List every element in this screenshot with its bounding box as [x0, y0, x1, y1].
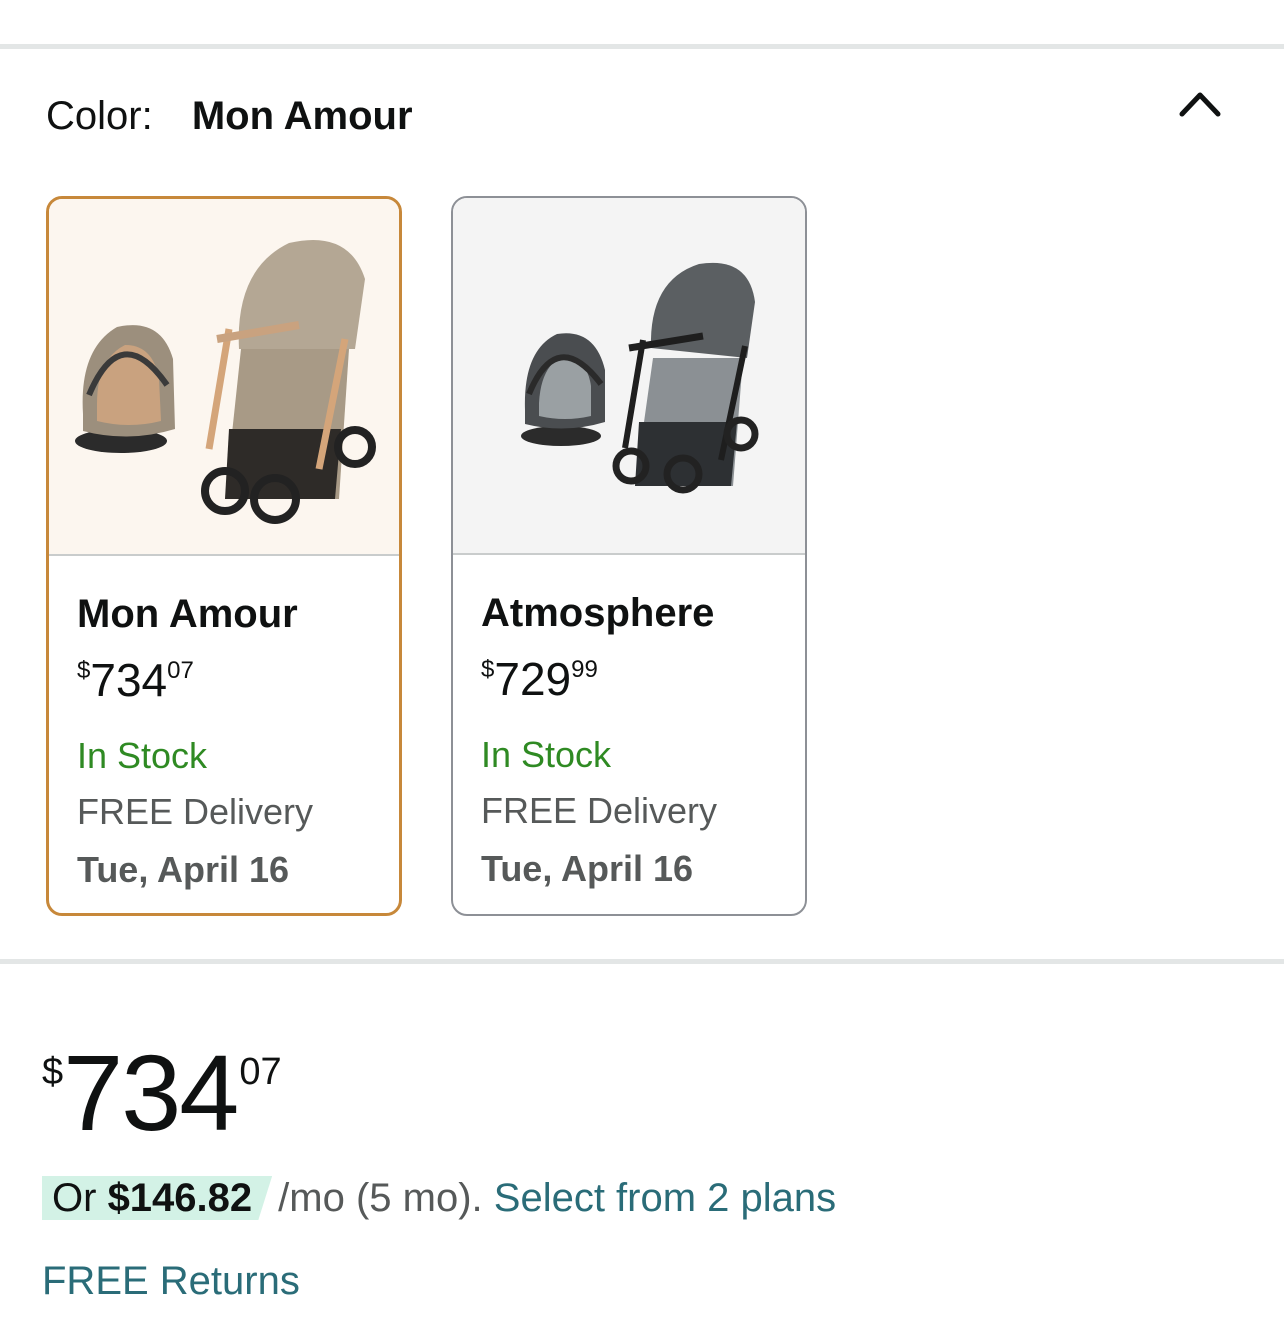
installment-terms: /mo (5 mo).	[278, 1176, 483, 1220]
chevron-up-icon[interactable]	[1174, 82, 1226, 126]
option-info: Mon Amour $73407 In Stock FREE Delivery …	[77, 589, 387, 892]
product-image-mon-amour	[49, 199, 399, 556]
stroller-graphic	[612, 262, 759, 494]
top-divider	[0, 44, 1284, 49]
section-divider	[0, 959, 1284, 964]
color-option-atmosphere[interactable]: Atmosphere $72999 In Stock FREE Delivery…	[451, 196, 807, 916]
option-info: Atmosphere $72999 In Stock FREE Delivery…	[481, 588, 793, 891]
delivery-date: Tue, April 16	[481, 848, 694, 889]
stock-status: In Stock	[481, 734, 612, 775]
color-label: Color:	[46, 94, 153, 138]
selected-color-value: Mon Amour	[191, 94, 413, 138]
product-price: $73407	[42, 1022, 282, 1176]
stock-status: In Stock	[77, 735, 208, 776]
delivery-label: FREE Delivery	[481, 790, 718, 831]
option-name: Mon Amour	[77, 592, 298, 636]
option-name: Atmosphere	[481, 591, 715, 635]
product-image-atmosphere	[453, 198, 805, 555]
installment-amount: $146.82	[107, 1176, 253, 1220]
installment-highlight: Or $146.82	[42, 1176, 273, 1220]
car-seat-graphic	[521, 333, 605, 446]
delivery-date: Tue, April 16	[77, 849, 290, 890]
price-whole: 734	[63, 1032, 239, 1153]
stroller-graphic	[201, 239, 376, 524]
color-option-mon-amour[interactable]: Mon Amour $73407 In Stock FREE Delivery …	[46, 196, 402, 916]
car-seat-graphic	[75, 325, 175, 453]
price-fraction: 07	[239, 1051, 282, 1093]
option-price: $72999	[481, 653, 598, 705]
free-returns-link[interactable]: FREE Returns	[42, 1253, 300, 1309]
price-symbol: $	[42, 1051, 64, 1093]
option-price: $73407	[77, 654, 194, 706]
select-plans-link[interactable]: Select from 2 plans	[494, 1176, 836, 1220]
color-selector-header: Color: Mon Amour	[46, 88, 413, 144]
installment-offer: Or $146.82/mo (5 mo). Select from 2 plan…	[42, 1170, 836, 1226]
delivery-label: FREE Delivery	[77, 791, 314, 832]
